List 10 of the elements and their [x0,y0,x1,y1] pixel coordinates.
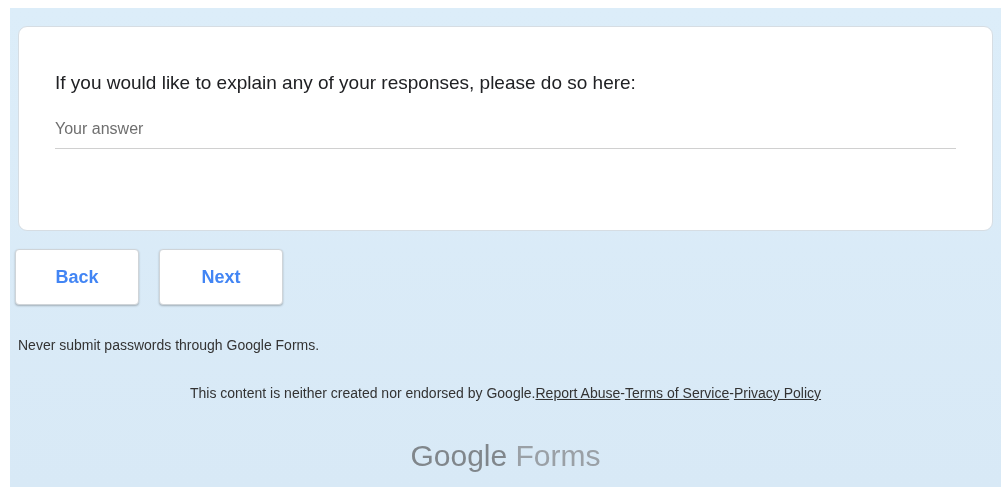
footer-link[interactable]: Privacy Policy [733,385,822,401]
footer-disclaimer: This content is neither created nor endorsed by Google.Report Abuse-Terms of Service-Privacy Policy [188,385,823,401]
question-title: If you would like to explain any of your responses, please do so here: [55,72,637,94]
footer-link[interactable]: Terms of Service [625,385,730,401]
next-button[interactable]: Next [159,249,283,305]
password-warning: Never submit passwords through Google Forms. [18,337,321,353]
forms-logo: Google Forms [409,439,602,473]
footer-link[interactable]: Report Abuse [535,385,621,401]
back-button[interactable]: Back [15,249,139,305]
answer-field[interactable]: Your answer [55,120,956,149]
